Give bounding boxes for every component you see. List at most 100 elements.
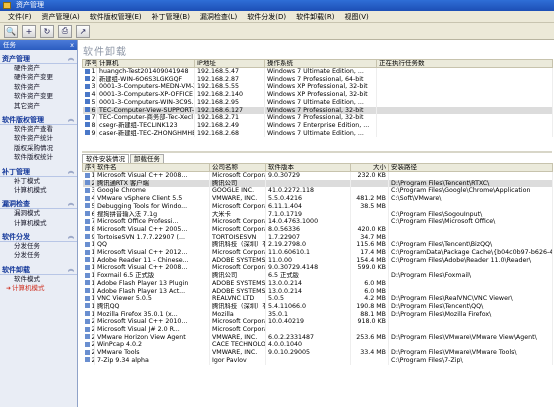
chevron-up-icon[interactable]: ︽ [68, 115, 74, 125]
table-row[interactable]: 18腾讯QQ 腾讯科技（深圳）有限公司5.4.11066.0 190.8 MB D:\… [82, 302, 553, 311]
sidebar-item[interactable]: 版权采购情况 [0, 144, 77, 153]
column-header[interactable]: 大小 [350, 163, 389, 172]
menu-item[interactable]: 文件(F) [3, 11, 37, 23]
table-row[interactable]: 4 0001-3-Computers-XP-OFFICE 192.168.2.140… [82, 91, 553, 99]
sidebar-item[interactable]: 软件资产变更 [0, 92, 77, 101]
sidebar-item[interactable]: 计算机模式 [0, 186, 77, 195]
column-header[interactable]: 序号 [82, 163, 95, 172]
chevron-up-icon[interactable]: ︽ [68, 232, 74, 242]
chevron-up-icon[interactable]: ︽ [68, 167, 74, 177]
column-header[interactable]: 软件版本 [265, 163, 351, 172]
cell-text: 232.0 KB [357, 172, 386, 179]
sidebar-item[interactable]: 软件版权统计 [0, 153, 77, 162]
sidebar-item[interactable]: 其它资产 [0, 102, 77, 111]
chevron-up-icon[interactable]: ︽ [68, 54, 74, 64]
table-row[interactable]: 7 TEC-Computer-商务部-Tec-Xecl 192.168.2.71 Wi… [82, 114, 553, 122]
table-row[interactable]: 6 TEC-Computer-View-SUPPORT-11 192.168.6.1… [82, 106, 553, 115]
menu-item[interactable]: 软件分发(D) [242, 11, 291, 23]
sidebar-group-title[interactable]: 补丁管理 ︽ [0, 167, 77, 177]
sidebar-group-title[interactable]: 资产管理 ︽ [0, 54, 77, 64]
table-row[interactable]: 9 TortoiseSVN 1.7.7.22907 (... TORTOISESVN… [82, 233, 553, 242]
column-header[interactable]: 安装路径 [388, 163, 553, 172]
sidebar-item[interactable]: 软件资产查看 [0, 125, 77, 134]
column-header[interactable]: 软件名 [94, 163, 210, 172]
pane-splitter[interactable] [82, 151, 552, 153]
table-row[interactable]: 3 0001-3-Computers-MEDN-VM-XP 192.168.5.55… [82, 83, 553, 92]
cell-text: 192.168.2.49 [197, 121, 240, 129]
column-header[interactable]: 计算机 [96, 59, 195, 68]
table-cell: Microsoft Visual C++ 2008... [94, 264, 210, 273]
menu-item[interactable]: 软件版权管理(E) [85, 11, 147, 23]
sidebar-item[interactable]: 计算机模式 [0, 284, 77, 293]
column-header[interactable]: IP地址 [194, 59, 265, 68]
table-row[interactable]: 6 搜狗拼音输入法 7.1g 大米卡 7.1.0.1719 C:\Program Fil… [82, 210, 553, 219]
sidebar-item[interactable]: 硬件资产 [0, 64, 77, 73]
table-row[interactable]: 12Adobe Reader 11 - Chinese... ADOBE SYST… [82, 256, 553, 265]
sidebar-item[interactable]: 软件资产 [0, 83, 77, 92]
table-row[interactable]: 4 VMware vSphere Client 5.5 VMWARE, INC. 5.… [82, 195, 553, 203]
table-row[interactable]: 8 csegr-新建组-TECLINK123 192.168.2.49 Windows… [82, 121, 553, 130]
table-row[interactable]: 1Microsoft Visual C++ 2008... Microsoft C… [82, 171, 553, 180]
table-row[interactable]: 2 新建组-WIN-6O6S3LGKGQF 192.168.2.87 Windows … [82, 75, 553, 84]
column-header[interactable]: 正在执行任务数 [376, 59, 553, 68]
table-row[interactable]: 23WinPcap 4.0.2 CACE TECHNOLOGIES4.0.0.10… [82, 341, 553, 350]
tab[interactable]: 软件安装情况 [82, 154, 129, 163]
sidebar-item[interactable]: 漏洞模式 [0, 209, 77, 218]
table-row[interactable]: 17VNC Viewer 5.0.5 REALVNC LTD 5.0.5 4.2 MB… [82, 295, 553, 303]
add-icon[interactable]: + [22, 24, 36, 38]
sidebar-item[interactable]: 补丁模式 [0, 177, 77, 186]
sidebar-item[interactable]: 软件资产统计 [0, 134, 77, 143]
table-row[interactable]: 3 Google Chrome GOOGLE INC. 41.0.2272.118 C:… [82, 187, 553, 196]
sidebar-group-label: 软件卸载 [2, 265, 30, 274]
column-header[interactable]: 公司名称 [209, 163, 266, 172]
sidebar-group-title[interactable]: 软件版权管理 ︽ [0, 115, 77, 125]
menu-item[interactable]: 漏洞检查(L) [195, 11, 242, 23]
table-row[interactable]: 24VMware Tools VMWARE, INC. 9.0.10.29005 33… [82, 349, 553, 357]
table-row[interactable]: 5 Debugging Tools for Windo... Microsoft C… [82, 202, 553, 211]
table-row[interactable]: 10QQ 腾讯科技（深圳）有限公司2.19.2798.0 115.6 MB C:\Pr… [82, 241, 553, 250]
sidebar-group-title[interactable]: 软件分发 ︽ [0, 232, 77, 243]
menu-item[interactable]: 资产管理(A) [37, 11, 85, 23]
table-row[interactable]: 21Microsoft Visual J# 2.0 R... Microsoft … [82, 326, 553, 334]
table-row[interactable]: 257-Zip 9.34 alpha Igor Pavlov C:\Program … [82, 356, 553, 365]
chevron-up-icon[interactable]: ︽ [68, 199, 74, 209]
menu-item[interactable]: 补丁管理(B) [147, 11, 195, 23]
table-row[interactable]: 20Microsoft Visual C++ 2010... Microsoft … [82, 318, 553, 327]
print-icon[interactable]: ⎙ [58, 24, 72, 38]
chevron-up-icon[interactable]: ︽ [68, 265, 74, 275]
table-row[interactable]: 1 huangch-Test201409041948 192.168.5.47 Win… [82, 67, 553, 76]
table-row[interactable]: 11Microsoft Visual C++ 2012... Microsoft … [82, 249, 553, 257]
table-row[interactable]: 22VMware Horizon View Agent VMWARE, INC. 6… [82, 333, 553, 342]
table-row[interactable]: 19Mozilla Firefox 35.0.1 (x... Mozilla 35.… [82, 310, 553, 319]
export-icon[interactable]: ↗ [76, 24, 90, 38]
column-header[interactable]: 操作系统 [264, 59, 377, 68]
cell-text: C:\Program Files\Tencent\BizQQ\ [391, 241, 493, 249]
sidebar-group-title[interactable]: 软件卸载 ︽ [0, 265, 77, 275]
refresh-icon[interactable]: ↻ [40, 24, 54, 38]
table-cell: Igor Pavlov [209, 356, 266, 365]
cell-text: 14.0.4763.1000 [268, 218, 319, 226]
search-icon[interactable]: 🔍 [4, 24, 18, 38]
table-cell [376, 91, 553, 99]
menu-item[interactable]: 视图(V) [339, 11, 373, 23]
sidebar-item[interactable]: 分发任务 [0, 251, 77, 260]
sidebar-item[interactable]: 计算机模式 [0, 219, 77, 228]
table-row[interactable]: 5 0001-3-Computers-WIN-3C9S... 192.168.2.9… [82, 98, 553, 107]
table-row[interactable]: 7 Microsoft Office Professi... Microsoft C… [82, 218, 553, 226]
table-row[interactable]: 9 caser-新建组-TEC-ZHONGHMHE 192.168.2.68 Wind… [82, 129, 553, 138]
cell-text: Mozilla [212, 310, 234, 318]
table-row[interactable]: 2 腾讯通RTX 客户端 腾讯公司 D:\Program Files\Tencent\… [82, 179, 553, 188]
column-header[interactable]: 序号 [82, 59, 97, 68]
table-row[interactable]: 13Microsoft Visual C++ 2008... Microsoft … [82, 264, 553, 273]
sidebar-group-title[interactable]: 漏洞检查 ︽ [0, 199, 77, 210]
table-row[interactable]: 8 Microsoft Visual C++ 2005... Microsoft C… [82, 225, 553, 234]
computer-table: 序号计算机IP地址操作系统正在执行任务数 1huangch-Test201409… [82, 59, 553, 138]
close-icon[interactable]: x [70, 40, 74, 50]
sidebar-item[interactable]: 硬件资产变更 [0, 73, 77, 82]
menu-item[interactable]: 软件卸载(R) [291, 11, 339, 23]
sidebar-item[interactable]: 软件模式 [0, 275, 77, 284]
table-row[interactable]: 14Foxmail 6.5 正式版 腾讯公司 6.5 正式版 D:\Program F… [82, 272, 553, 280]
table-row[interactable]: 16Adobe Flash Player 13 Act... ADOBE SYST… [82, 287, 553, 296]
table-row[interactable]: 15Adobe Flash Player 13 Plugin ADOBE SYST… [82, 279, 553, 288]
tab[interactable]: 卸载任务 [130, 154, 164, 163]
